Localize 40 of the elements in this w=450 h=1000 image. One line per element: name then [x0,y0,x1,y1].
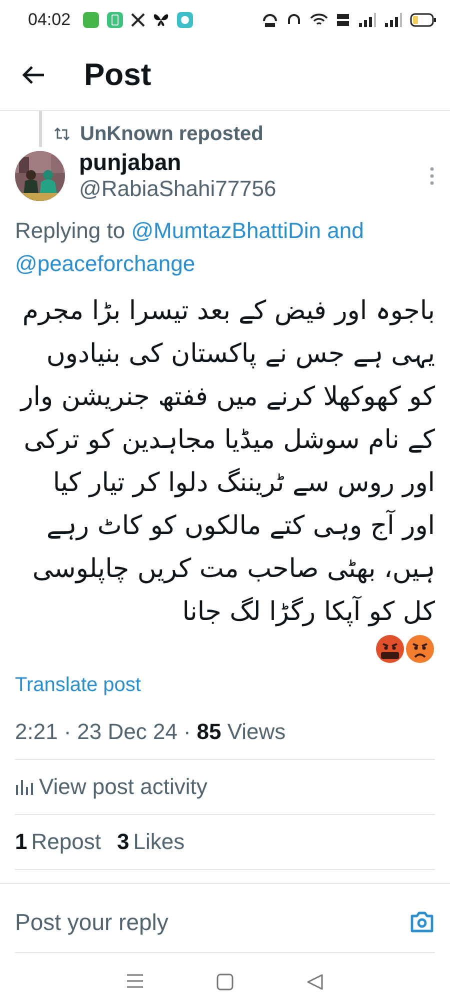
view-activity-link[interactable]: View post activity [15,760,435,815]
chat-app-icon [176,12,193,28]
separator-dot: · [183,719,191,745]
bar-chart-icon [15,779,33,795]
post-time: 2:21 [15,719,58,745]
conjunction-text: and [327,218,364,243]
author-handle[interactable]: @RabiaShahi77756 [79,176,415,202]
post-text: باجوہ اور فیض کے بعد تیسرا بڑا مجرم یہی ہے جس نے پاکستان کی بنیادوں کو کھوکھلا کرنے میں ففتھ جنریشن وار کے نام سوشل میڈیا مجاہدین کو ترکی اور روس سے ٹریننگ دلوا کر تیار کیا اور آج وہی کتے مالکوں کو کاٹ رہے ہیں، بھٹی صاحب مت کریں چاپلوسی کل کو آپکا رگڑا لگ جانا [18,295,435,629]
likes-stat[interactable]: 3 Likes [116,829,185,855]
wifi-icon [310,13,328,27]
back-arrow-icon[interactable] [22,65,46,85]
more-options-icon[interactable] [429,166,435,186]
app-notification-icon [82,12,99,28]
cursing-face-icon [375,634,405,664]
page-title: Post [84,57,152,93]
views-count: 85 Views [196,719,286,745]
butterfly-icon [152,13,169,27]
mention-link[interactable]: @MumtazBhattiDin [131,218,322,243]
app-notification-icon [106,12,123,28]
mention-link[interactable]: @peaceforchange [15,251,196,276]
reposts-stat[interactable]: 1 Repost [15,829,101,855]
activity-label: View post activity [39,774,208,800]
home-square-icon[interactable] [216,973,234,991]
camera-icon[interactable] [409,910,435,934]
author-name[interactable]: punjaban [79,149,415,176]
x-logo-icon [130,13,145,27]
reply-field[interactable]: Post your reply [15,908,409,936]
post-date: 23 Dec 24 [77,719,178,745]
separator-dot: · [64,719,72,745]
battery-icon [410,13,436,27]
repost-icon [54,127,70,141]
status-time: 04:02 [28,10,71,30]
angry-face-icon [405,634,435,664]
back-triangle-icon[interactable] [306,973,324,991]
signal-icon [358,13,376,27]
signal-icon [384,13,402,27]
replying-to-text: Replying to @MumtazBhattiDin and @peaceforchange [15,217,365,278]
translate-link[interactable]: Translate post [15,674,141,697]
menu-icon[interactable] [126,973,144,989]
repost-label: UnKnown reposted [80,122,264,146]
